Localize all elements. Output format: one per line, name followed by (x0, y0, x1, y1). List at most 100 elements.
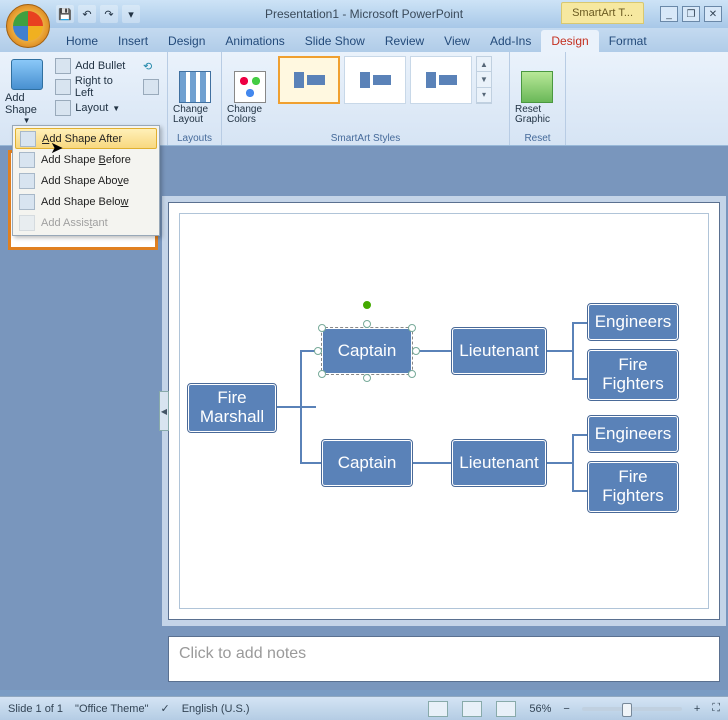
status-bar: Slide 1 of 1 "Office Theme" ✓ English (U… (0, 696, 728, 720)
view-slideshow[interactable] (496, 701, 516, 717)
node-captain-1[interactable]: Captain (322, 328, 412, 374)
layout-icon (179, 71, 211, 103)
sel-handle[interactable] (412, 347, 420, 355)
qat-customize[interactable]: ▾ (122, 5, 140, 23)
style-thumb-1[interactable] (278, 56, 340, 104)
sel-handle[interactable] (363, 374, 371, 382)
connector (572, 322, 588, 324)
right-to-left-button[interactable]: Right to Left (51, 77, 137, 97)
zoom-in[interactable]: + (694, 703, 700, 715)
office-button[interactable] (6, 4, 50, 48)
group-smartart-styles: Change Colors ▲▼▾ SmartArt Styles (222, 52, 510, 145)
view-normal[interactable] (428, 701, 448, 717)
qat-save[interactable]: 💾 (56, 5, 74, 23)
connector (546, 350, 572, 352)
node-engineers-1[interactable]: Engineers (588, 304, 678, 340)
node-firefighters-2[interactable]: Fire Fighters (588, 462, 678, 512)
style-thumb-2[interactable] (344, 56, 406, 104)
zoom-fit[interactable]: ⛶ (712, 702, 720, 715)
view-sorter[interactable] (462, 701, 482, 717)
tab-home[interactable]: Home (56, 30, 108, 52)
textpane-icon (143, 79, 159, 95)
reset-icon (521, 71, 553, 103)
add-bullet-button[interactable]: Add Bullet (51, 56, 137, 76)
tab-review[interactable]: Review (375, 30, 434, 52)
colors-icon (234, 71, 266, 103)
dropdown-add-assistant: Add Assistant (15, 212, 157, 233)
text-pane-toggle[interactable]: ◀ (159, 391, 169, 431)
notes-pane[interactable]: Click to add notes (168, 636, 720, 682)
node-firefighters-1[interactable]: Fire Fighters (588, 350, 678, 400)
gallery-scroll[interactable]: ▲▼▾ (476, 56, 492, 104)
dropdown-add-shape-before[interactable]: Add Shape Before (15, 149, 157, 170)
group-label-reset: Reset (514, 133, 561, 145)
change-layout-button[interactable]: Change Layout (172, 54, 217, 126)
sel-handle[interactable] (314, 347, 322, 355)
status-language[interactable]: English (U.S.) (182, 703, 250, 715)
add-shape-button[interactable]: Add Shape ▼ (4, 54, 49, 126)
status-theme: "Office Theme" (75, 703, 148, 715)
rtl-icon (55, 79, 71, 95)
title-bar: 💾 ↶ ↷ ▾ Presentation1 - Microsoft PowerP… (0, 0, 728, 28)
zoom-slider[interactable] (582, 707, 682, 711)
connector (572, 322, 574, 380)
restore-button[interactable]: ❐ (682, 6, 700, 22)
styles-gallery: ▲▼▾ (276, 54, 494, 106)
tab-smartart-format[interactable]: Format (599, 30, 657, 52)
connector (546, 462, 572, 464)
layout-button[interactable]: Layout▼ (51, 98, 137, 118)
qat-undo[interactable]: ↶ (78, 5, 96, 23)
rotate-handle[interactable] (362, 300, 372, 310)
minimize-button[interactable]: _ (660, 6, 678, 22)
tab-addins[interactable]: Add-Ins (480, 30, 541, 52)
node-lieutenant-2[interactable]: Lieutenant (452, 440, 546, 486)
text-pane-button[interactable] (139, 77, 163, 97)
connector (572, 434, 574, 492)
connector (572, 490, 588, 492)
sel-handle[interactable] (363, 320, 371, 328)
slide-canvas[interactable]: ◀ Fire Marshall Captain (168, 202, 720, 620)
sel-handle[interactable] (318, 370, 326, 378)
qat-redo[interactable]: ↷ (100, 5, 118, 23)
shape-after-icon (20, 131, 36, 147)
node-captain-2[interactable]: Captain (322, 440, 412, 486)
reset-graphic-button[interactable]: Reset Graphic (514, 54, 560, 126)
tab-design[interactable]: Design (158, 30, 215, 52)
smartart-graphic[interactable]: Fire Marshall Captain Captain Lieutenant… (179, 213, 709, 609)
change-colors-button[interactable]: Change Colors (226, 54, 274, 126)
connector (572, 434, 588, 436)
sel-handle[interactable] (408, 370, 416, 378)
shape-above-icon (19, 173, 35, 189)
tab-animations[interactable]: Animations (215, 30, 294, 52)
tab-view[interactable]: View (434, 30, 480, 52)
window-title: Presentation1 - Microsoft PowerPoint (265, 7, 463, 21)
node-engineers-2[interactable]: Engineers (588, 416, 678, 452)
promote-button[interactable]: ⟲ (139, 56, 163, 76)
add-shape-dropdown: Add Shape After Add Shape Before Add Sha… (12, 125, 160, 236)
status-spellcheck-icon[interactable]: ✓ (160, 702, 169, 715)
dropdown-add-shape-after[interactable]: Add Shape After (15, 128, 157, 149)
assistant-icon (19, 215, 35, 231)
node-lieutenant-1[interactable]: Lieutenant (452, 328, 546, 374)
node-fire-marshall[interactable]: Fire Marshall (188, 384, 276, 432)
group-reset: Reset Graphic Reset (510, 52, 566, 145)
ribbon-tabs: Home Insert Design Animations Slide Show… (0, 28, 728, 52)
add-shape-label: Add Shape (5, 92, 48, 116)
style-thumb-3[interactable] (410, 56, 472, 104)
promote-icon: ⟲ (143, 60, 152, 73)
status-slide: Slide 1 of 1 (8, 703, 63, 715)
zoom-percent[interactable]: 56% (529, 703, 551, 715)
connector (276, 406, 316, 408)
connector (412, 462, 452, 464)
close-button[interactable]: ✕ (704, 6, 722, 22)
tab-smartart-design[interactable]: Design (541, 30, 598, 52)
tab-slideshow[interactable]: Slide Show (295, 30, 375, 52)
contextual-tab-label: SmartArt T... (561, 2, 644, 24)
sel-handle[interactable] (318, 324, 326, 332)
tab-insert[interactable]: Insert (108, 30, 158, 52)
dropdown-add-shape-above[interactable]: Add Shape Above (15, 170, 157, 191)
sel-handle[interactable] (408, 324, 416, 332)
group-label-styles: SmartArt Styles (226, 133, 505, 145)
zoom-out[interactable]: − (563, 703, 569, 715)
dropdown-add-shape-below[interactable]: Add Shape Below (15, 191, 157, 212)
